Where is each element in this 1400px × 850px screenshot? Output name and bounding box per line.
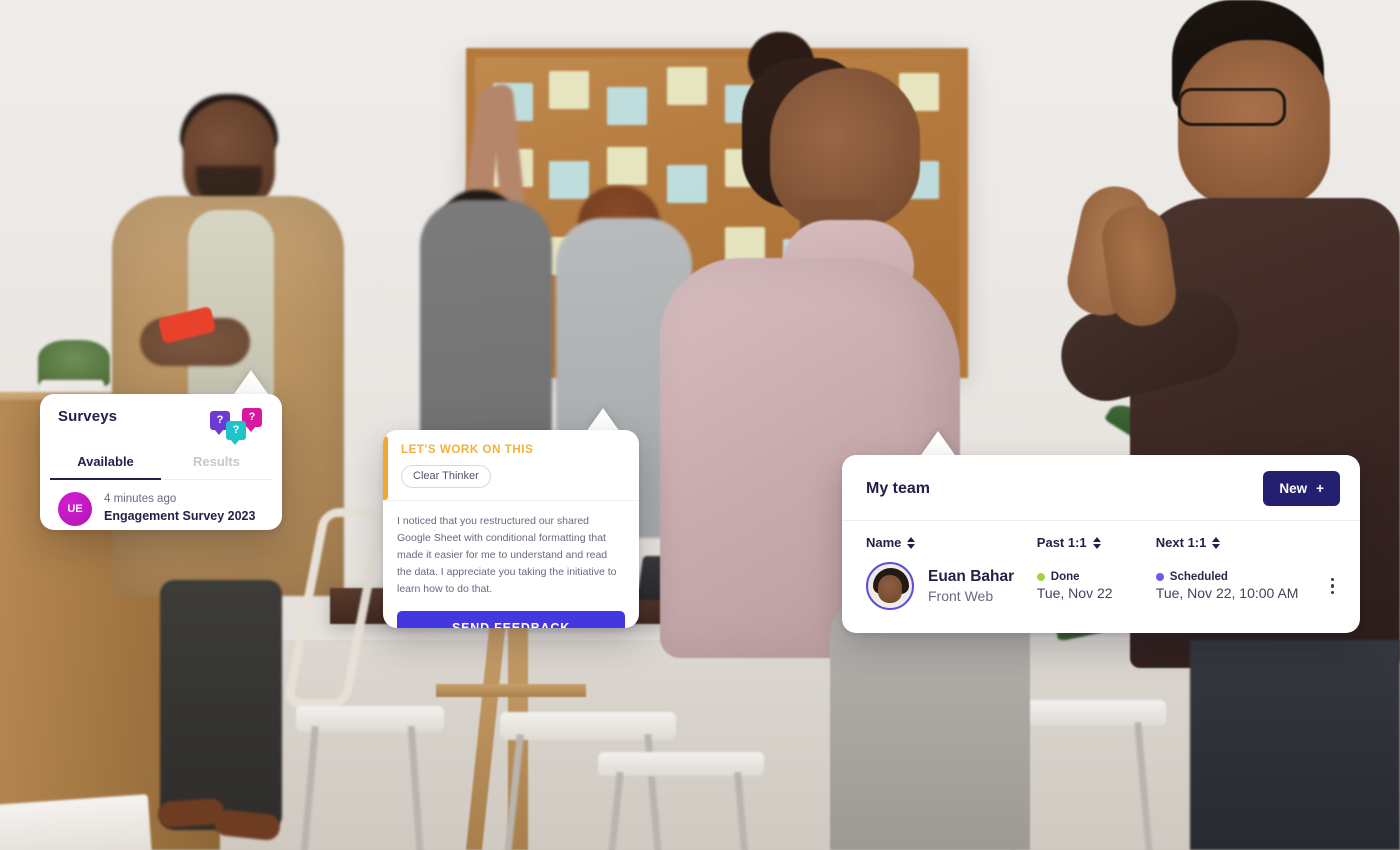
status-dot-green <box>1036 573 1045 581</box>
status-label-next: Scheduled <box>1169 571 1228 583</box>
past-one-on-one-cell: Done Tue, Nov 22 <box>1036 571 1156 601</box>
team-header: My team New + <box>842 455 1360 521</box>
survey-timestamp: 4 minutes ago <box>104 493 177 506</box>
my-team-card: My team New + Name Past 1:1 Next 1:1 Eua… <box>842 455 1360 633</box>
feedback-tag-chip[interactable]: Clear Thinker <box>401 465 491 488</box>
status-dot-purple <box>1155 573 1164 581</box>
tab-results[interactable]: Results <box>161 454 272 480</box>
screenshot-stage: Surveys ? ? ? Available Results UE 4 min… <box>0 0 1400 850</box>
send-feedback-button[interactable]: SEND FEEDBACK <box>397 611 625 628</box>
feedback-kicker: LET'S WORK ON THIS <box>401 444 534 456</box>
column-header-next[interactable]: Next 1:1 <box>1156 535 1321 550</box>
team-member-text: Euan Bahar Front Web <box>928 567 1014 605</box>
new-button[interactable]: New + <box>1263 471 1340 506</box>
white-side-table <box>0 794 152 850</box>
column-label-past: Past 1:1 <box>1036 535 1087 550</box>
status-label-past: Done <box>1050 571 1080 583</box>
sort-icon-past[interactable] <box>1092 536 1101 549</box>
sort-icon-next[interactable] <box>1212 536 1221 549</box>
column-header-name[interactable]: Name <box>866 535 1037 550</box>
feedback-body-text: I noticed that you restructured our shar… <box>397 515 617 595</box>
bubble-teal-icon: ? <box>226 421 246 445</box>
column-header-past[interactable]: Past 1:1 <box>1037 535 1156 550</box>
status-badge-scheduled: Scheduled <box>1155 571 1321 583</box>
team-member: Euan Bahar Front Web <box>866 562 1037 610</box>
question-bubbles-icon: ? ? ? <box>210 408 264 445</box>
tab-available[interactable]: Available <box>50 454 161 480</box>
team-table-header: Name Past 1:1 Next 1:1 <box>842 521 1360 550</box>
surveys-card: Surveys ? ? ? Available Results UE 4 min… <box>40 394 282 530</box>
sort-icon-name[interactable] <box>907 536 916 549</box>
team-member-role: Front Web <box>928 587 994 604</box>
column-label-name: Name <box>866 535 902 550</box>
feedback-card: LET'S WORK ON THIS Clear Thinker I notic… <box>383 430 639 628</box>
feedback-header: LET'S WORK ON THIS Clear Thinker <box>383 430 639 501</box>
table-row[interactable]: Euan Bahar Front Web Done Tue, Nov 22 Sc… <box>842 550 1360 610</box>
chair-right <box>598 752 768 850</box>
woman-trousers <box>830 600 1030 850</box>
next-date: Tue, Nov 22, 10:00 AM <box>1155 585 1299 601</box>
past-date: Tue, Nov 22 <box>1036 585 1113 601</box>
survey-list-item[interactable]: UE 4 minutes ago Engagement Survey 2023 <box>40 480 282 526</box>
status-badge-done: Done <box>1036 571 1156 583</box>
next-one-on-one-cell: Scheduled Tue, Nov 22, 10:00 AM <box>1155 571 1321 601</box>
team-title: My team <box>866 479 931 497</box>
survey-name: Engagement Survey 2023 <box>104 509 256 524</box>
surveys-title: Surveys <box>58 408 118 425</box>
surveys-card-pointer <box>234 370 268 394</box>
surveys-header: Surveys ? ? ? <box>40 394 282 445</box>
feedback-card-pointer <box>586 408 620 432</box>
man-phone-legs <box>160 580 282 830</box>
team-card-pointer <box>921 431 955 455</box>
avatar <box>866 562 914 610</box>
surveys-tabs: Available Results <box>40 454 282 480</box>
table-crossbar <box>436 684 586 697</box>
avatar: UE <box>58 492 92 526</box>
man-glasses-legs <box>1190 640 1400 850</box>
column-label-next: Next 1:1 <box>1155 535 1207 550</box>
new-button-label: New <box>1279 481 1308 496</box>
kebab-menu-icon[interactable] <box>1325 572 1341 601</box>
accent-bar <box>383 436 388 500</box>
team-member-name: Euan Bahar <box>928 568 1015 586</box>
survey-item-text: 4 minutes ago Engagement Survey 2023 <box>104 492 255 525</box>
plus-icon: + <box>1316 481 1324 496</box>
eyeglasses-icon <box>1178 88 1286 126</box>
